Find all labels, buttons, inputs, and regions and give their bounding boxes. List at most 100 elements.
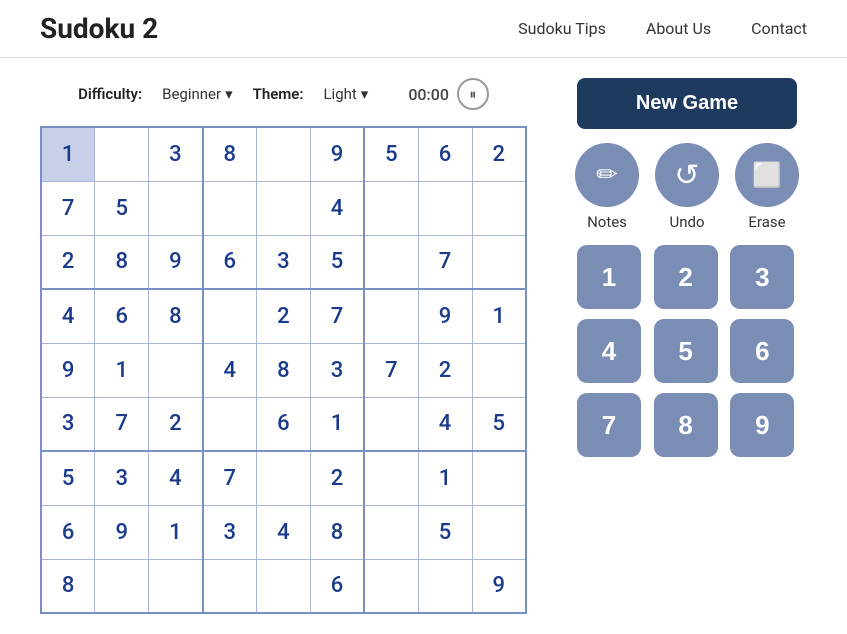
numpad-button-4[interactable]: 4 bbox=[577, 319, 641, 383]
sudoku-cell[interactable]: 7 bbox=[203, 451, 257, 505]
nav-sudoku-tips[interactable]: Sudoku Tips bbox=[518, 19, 606, 38]
numpad-button-8[interactable]: 8 bbox=[654, 393, 718, 457]
sudoku-cell[interactable]: 8 bbox=[257, 343, 311, 397]
difficulty-select[interactable]: Beginner ▾ bbox=[162, 85, 233, 103]
sudoku-cell[interactable]: 9 bbox=[418, 289, 472, 343]
sudoku-cell[interactable]: 5 bbox=[472, 397, 526, 451]
sudoku-cell[interactable]: 5 bbox=[310, 235, 364, 289]
numpad-button-9[interactable]: 9 bbox=[730, 393, 794, 457]
sudoku-cell[interactable]: 5 bbox=[364, 127, 418, 181]
numpad-button-1[interactable]: 1 bbox=[577, 245, 641, 309]
sudoku-cell[interactable]: 8 bbox=[41, 559, 95, 613]
sudoku-cell[interactable]: 3 bbox=[203, 505, 257, 559]
sudoku-cell[interactable] bbox=[257, 127, 311, 181]
sudoku-cell[interactable] bbox=[203, 559, 257, 613]
notes-button[interactable]: ✏ bbox=[575, 143, 639, 207]
sudoku-cell[interactable] bbox=[149, 181, 203, 235]
sudoku-cell[interactable]: 7 bbox=[310, 289, 364, 343]
sudoku-cell[interactable]: 6 bbox=[257, 397, 311, 451]
sudoku-cell[interactable] bbox=[472, 235, 526, 289]
sudoku-cell[interactable]: 9 bbox=[95, 505, 149, 559]
sudoku-cell[interactable] bbox=[149, 559, 203, 613]
sudoku-cell[interactable]: 7 bbox=[418, 235, 472, 289]
sudoku-cell[interactable] bbox=[364, 397, 418, 451]
numpad-button-3[interactable]: 3 bbox=[730, 245, 794, 309]
sudoku-cell[interactable]: 3 bbox=[95, 451, 149, 505]
sudoku-cell[interactable]: 7 bbox=[41, 181, 95, 235]
sudoku-cell[interactable] bbox=[95, 127, 149, 181]
sudoku-cell[interactable] bbox=[418, 181, 472, 235]
sudoku-cell[interactable] bbox=[418, 559, 472, 613]
sudoku-cell[interactable]: 5 bbox=[95, 181, 149, 235]
sudoku-cell[interactable] bbox=[364, 235, 418, 289]
sudoku-cell[interactable] bbox=[149, 343, 203, 397]
sudoku-cell[interactable] bbox=[257, 181, 311, 235]
sudoku-cell[interactable]: 7 bbox=[95, 397, 149, 451]
sudoku-cell[interactable]: 2 bbox=[418, 343, 472, 397]
sudoku-cell[interactable]: 6 bbox=[41, 505, 95, 559]
sudoku-cell[interactable]: 5 bbox=[418, 505, 472, 559]
sudoku-cell[interactable]: 1 bbox=[149, 505, 203, 559]
sudoku-cell[interactable]: 2 bbox=[310, 451, 364, 505]
nav-about-us[interactable]: About Us bbox=[646, 19, 711, 38]
sudoku-cell[interactable]: 8 bbox=[95, 235, 149, 289]
sudoku-cell[interactable]: 2 bbox=[472, 127, 526, 181]
sudoku-cell[interactable] bbox=[472, 181, 526, 235]
sudoku-cell[interactable] bbox=[203, 181, 257, 235]
pause-button[interactable]: ⏸ bbox=[457, 78, 489, 110]
sudoku-cell[interactable] bbox=[364, 451, 418, 505]
numpad-button-7[interactable]: 7 bbox=[577, 393, 641, 457]
undo-button[interactable]: ↺ bbox=[655, 143, 719, 207]
sudoku-cell[interactable]: 3 bbox=[41, 397, 95, 451]
sudoku-cell[interactable]: 9 bbox=[310, 127, 364, 181]
sudoku-cell[interactable]: 4 bbox=[310, 181, 364, 235]
sudoku-cell[interactable]: 7 bbox=[364, 343, 418, 397]
sudoku-cell[interactable] bbox=[364, 559, 418, 613]
sudoku-cell[interactable] bbox=[95, 559, 149, 613]
sudoku-cell[interactable]: 4 bbox=[149, 451, 203, 505]
new-game-button[interactable]: New Game bbox=[577, 78, 797, 129]
sudoku-cell[interactable] bbox=[364, 181, 418, 235]
sudoku-cell[interactable] bbox=[472, 343, 526, 397]
nav-contact[interactable]: Contact bbox=[751, 19, 807, 38]
sudoku-cell[interactable]: 3 bbox=[149, 127, 203, 181]
sudoku-cell[interactable]: 4 bbox=[203, 343, 257, 397]
sudoku-cell[interactable]: 2 bbox=[257, 289, 311, 343]
sudoku-cell[interactable]: 2 bbox=[149, 397, 203, 451]
sudoku-cell[interactable] bbox=[472, 451, 526, 505]
sudoku-cell[interactable]: 1 bbox=[95, 343, 149, 397]
sudoku-cell[interactable]: 6 bbox=[95, 289, 149, 343]
sudoku-cell[interactable]: 8 bbox=[310, 505, 364, 559]
sudoku-cell[interactable] bbox=[203, 397, 257, 451]
sudoku-cell[interactable]: 1 bbox=[310, 397, 364, 451]
numpad-button-5[interactable]: 5 bbox=[654, 319, 718, 383]
sudoku-cell[interactable]: 3 bbox=[310, 343, 364, 397]
erase-button[interactable]: ⬜ bbox=[735, 143, 799, 207]
sudoku-cell[interactable] bbox=[364, 289, 418, 343]
sudoku-cell[interactable]: 1 bbox=[418, 451, 472, 505]
sudoku-cell[interactable] bbox=[203, 289, 257, 343]
sudoku-cell[interactable]: 6 bbox=[203, 235, 257, 289]
sudoku-cell[interactable]: 4 bbox=[41, 289, 95, 343]
sudoku-cell[interactable]: 6 bbox=[418, 127, 472, 181]
sudoku-cell[interactable]: 9 bbox=[472, 559, 526, 613]
sudoku-cell[interactable] bbox=[257, 451, 311, 505]
sudoku-cell[interactable] bbox=[257, 559, 311, 613]
sudoku-cell[interactable] bbox=[364, 505, 418, 559]
sudoku-cell[interactable]: 5 bbox=[41, 451, 95, 505]
sudoku-cell[interactable] bbox=[472, 505, 526, 559]
sudoku-cell[interactable]: 2 bbox=[41, 235, 95, 289]
sudoku-cell[interactable]: 1 bbox=[472, 289, 526, 343]
sudoku-cell[interactable]: 9 bbox=[149, 235, 203, 289]
sudoku-cell[interactable]: 3 bbox=[257, 235, 311, 289]
numpad-button-6[interactable]: 6 bbox=[730, 319, 794, 383]
theme-select[interactable]: Light ▾ bbox=[323, 85, 368, 103]
sudoku-cell[interactable]: 6 bbox=[310, 559, 364, 613]
numpad-button-2[interactable]: 2 bbox=[654, 245, 718, 309]
sudoku-cell[interactable]: 9 bbox=[41, 343, 95, 397]
sudoku-cell[interactable]: 8 bbox=[149, 289, 203, 343]
sudoku-cell[interactable]: 8 bbox=[203, 127, 257, 181]
sudoku-cell[interactable]: 1 bbox=[41, 127, 95, 181]
sudoku-cell[interactable]: 4 bbox=[257, 505, 311, 559]
sudoku-cell[interactable]: 4 bbox=[418, 397, 472, 451]
